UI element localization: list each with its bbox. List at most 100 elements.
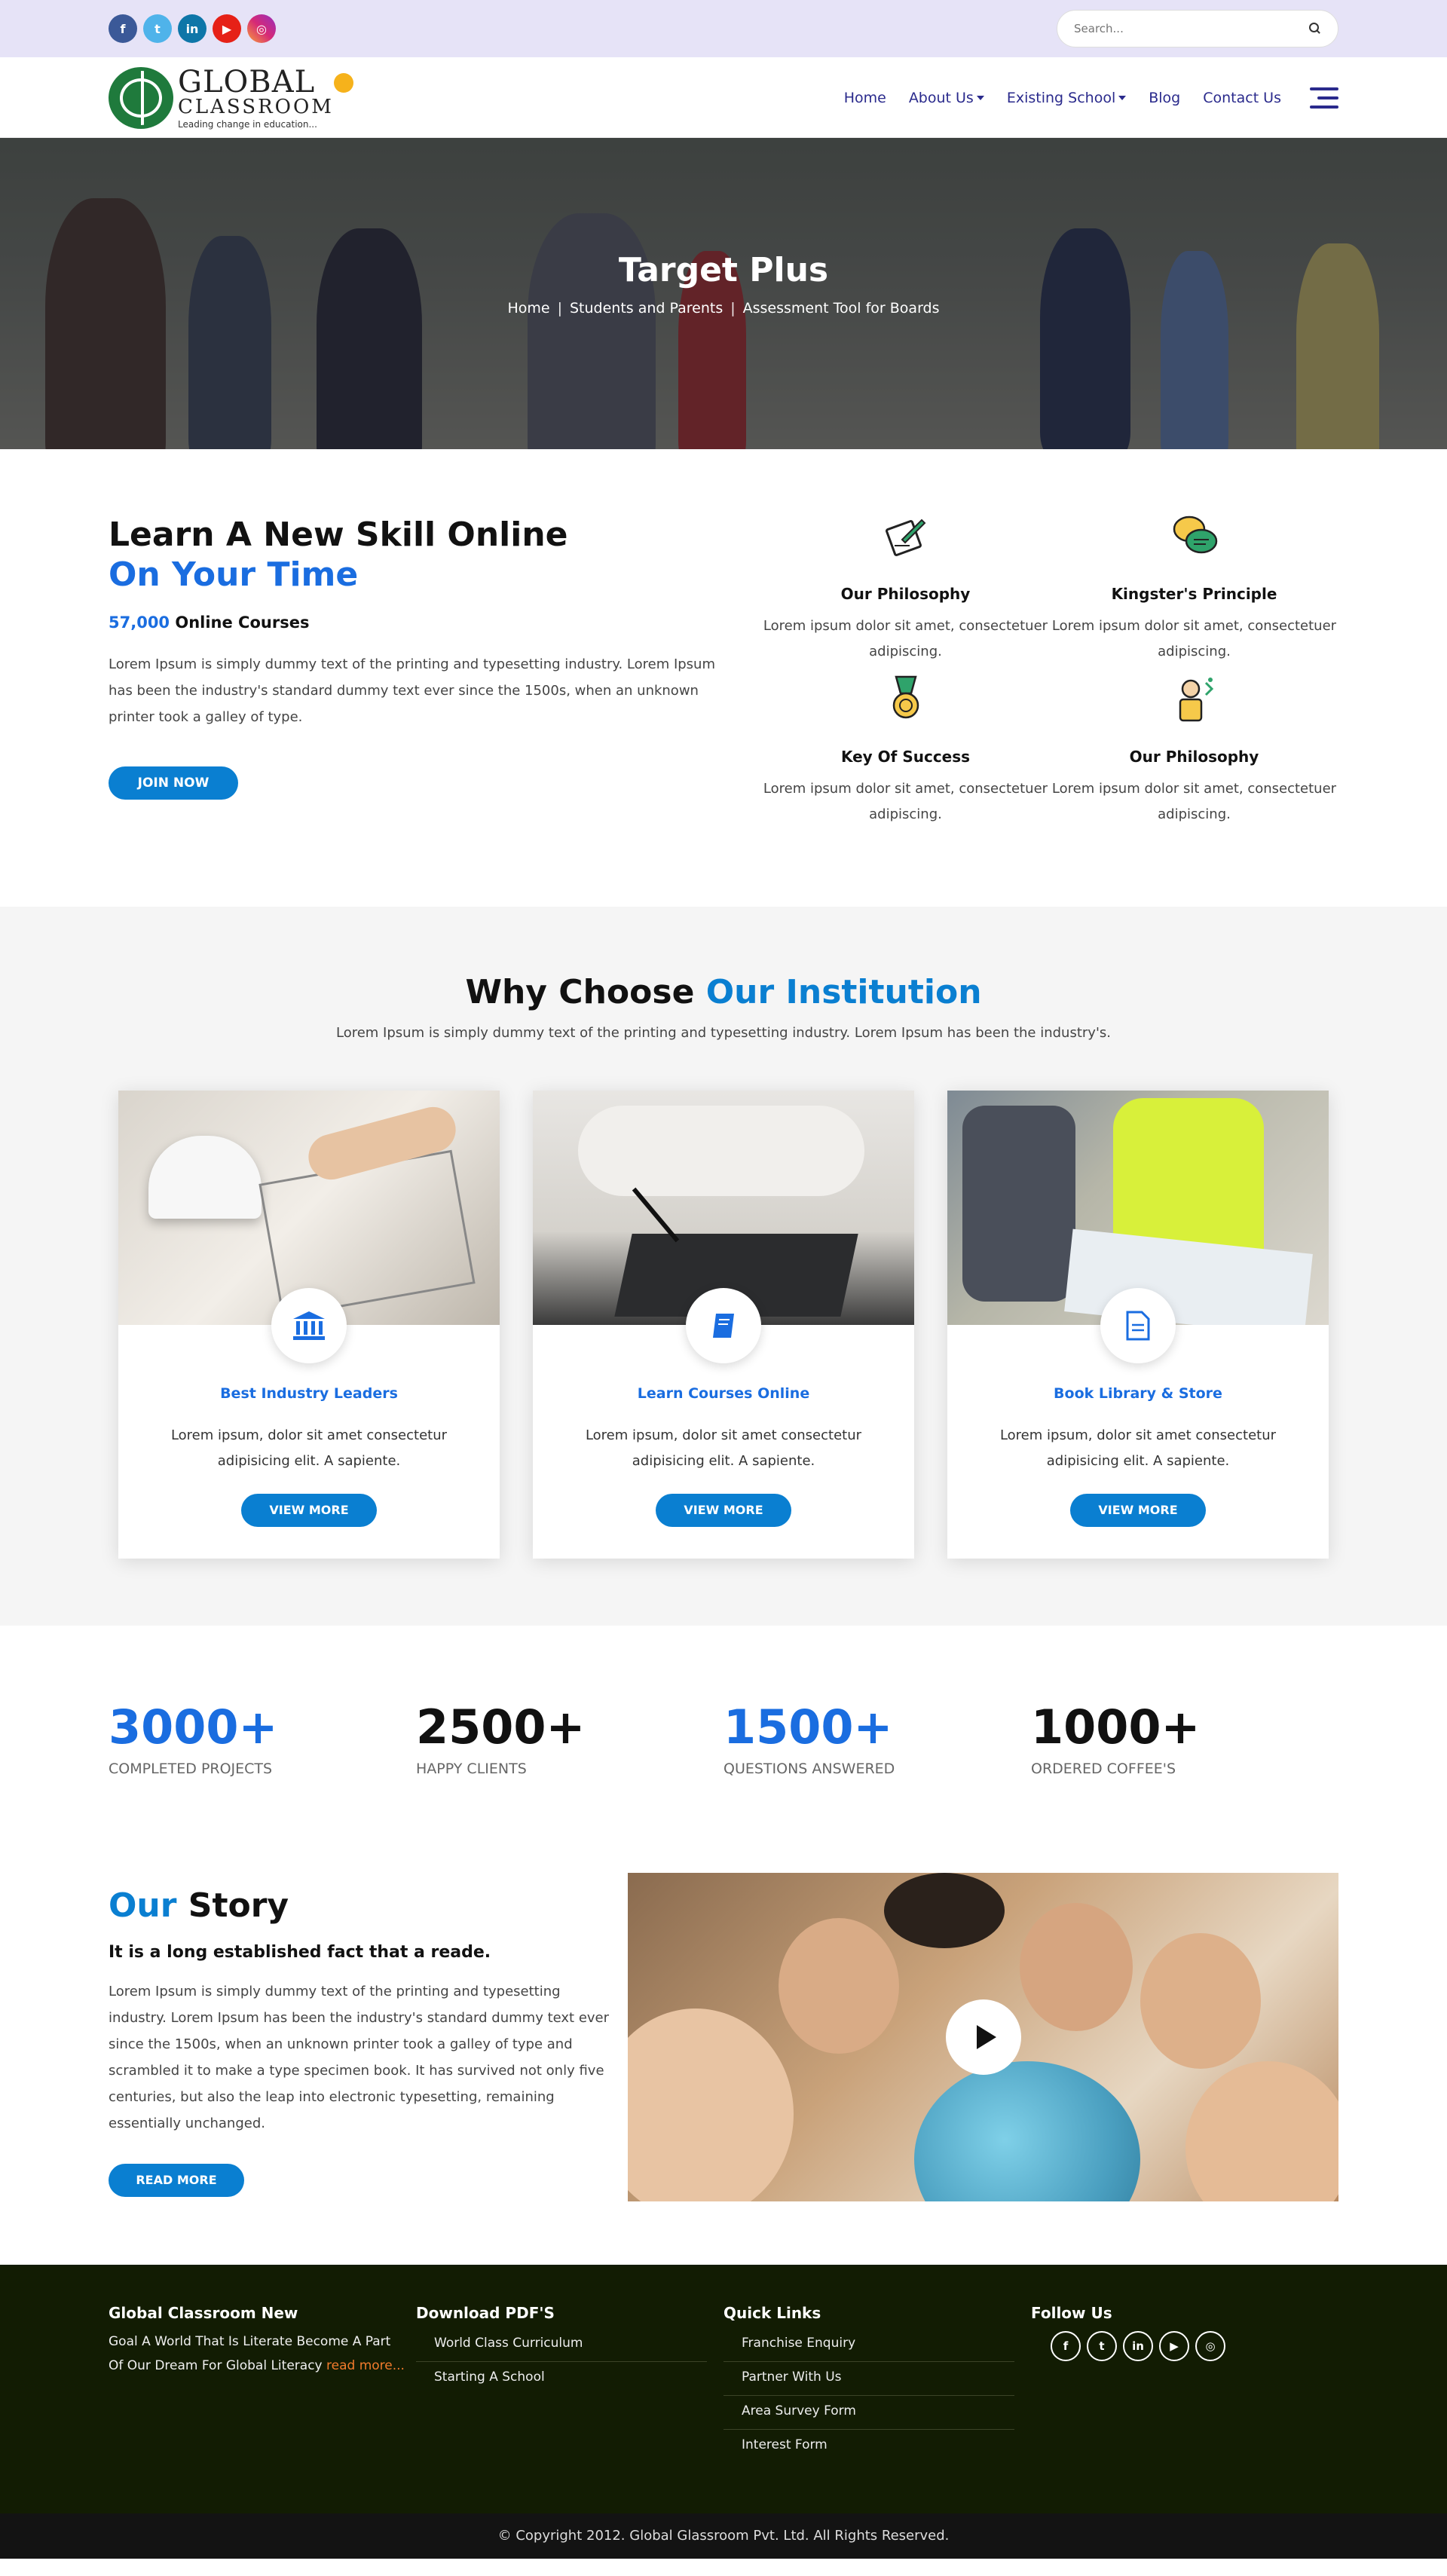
nav-contact[interactable]: Contact Us [1203, 90, 1281, 106]
feature-text: Lorem ipsum dolor sit amet, consectetuer… [1051, 618, 1337, 659]
nav-existing-school[interactable]: Existing School [1006, 89, 1127, 106]
view-more-button[interactable]: VIEW MORE [241, 1494, 377, 1527]
footer-read-more-link[interactable]: read more... [326, 2358, 405, 2373]
stats-section: 3000+ COMPLETED PROJECTS 2500+ HAPPY CLI… [0, 1626, 1447, 1873]
footer-about: Global Classroom New Goal A World That I… [109, 2304, 416, 2463]
why-heading-main: Why Choose [465, 973, 695, 1011]
story-heading-accent: Our [109, 1886, 177, 1925]
footer-about-text: Goal A World That Is Literate Become A P… [109, 2330, 406, 2378]
footer-quick-links: Quick Links Franchise Enquiry Partner Wi… [724, 2304, 1031, 2463]
feature-text: Lorem ipsum dolor sit amet, consectetuer… [1051, 781, 1337, 822]
breadcrumb-students-parents[interactable]: Students and Parents [570, 300, 723, 317]
social-links: f t in ▶ ◎ [109, 14, 276, 43]
footer-link[interactable]: Interest Form [724, 2430, 1014, 2463]
story-heading: Our Story [109, 1886, 613, 1925]
courses-count: 57,000 Online Courses [109, 613, 719, 632]
page-title: Target Plus [618, 251, 829, 289]
bank-icon [271, 1288, 347, 1363]
feature-title: Kingster's Principle [1111, 585, 1277, 603]
footer-quick-links-title: Quick Links [724, 2304, 821, 2322]
card-text: Lorem ipsum, dolor sit amet consectetur … [170, 1427, 448, 1469]
learn-section: Learn A New Skill Online On Your Time 57… [0, 449, 1447, 907]
twitter-icon[interactable]: t [1087, 2331, 1117, 2361]
chat-bubbles-icon [1173, 516, 1217, 554]
card-text: Lorem ipsum, dolor sit amet consectetur … [999, 1427, 1277, 1469]
courses-count-number: 57,000 [109, 613, 170, 632]
play-video-icon[interactable] [945, 1999, 1021, 2075]
instagram-icon[interactable]: ◎ [1195, 2331, 1225, 2361]
search-icon[interactable] [1309, 23, 1321, 35]
why-subtitle: Lorem Ipsum is simply dummy text of the … [335, 1025, 1111, 1041]
hamburger-menu-icon[interactable] [1310, 87, 1338, 109]
feature-item: Key Of Success Lorem ipsum dolor sit ame… [761, 672, 1050, 828]
card-text: Lorem ipsum, dolor sit amet consectetur … [585, 1427, 862, 1469]
story-text: Lorem Ipsum is simply dummy text of the … [109, 1984, 610, 2131]
globe-logo-icon [109, 66, 173, 129]
linkedin-icon[interactable]: in [1123, 2331, 1153, 2361]
nav-existing-label: Existing School [1006, 89, 1116, 106]
feature-title: Key Of Success [840, 748, 971, 766]
twitter-icon[interactable]: t [143, 14, 172, 43]
read-more-button[interactable]: READ MORE [109, 2164, 244, 2197]
footer-link[interactable]: Franchise Enquiry [724, 2328, 1014, 2362]
teacher-icon [1179, 678, 1213, 722]
footer-link[interactable]: Partner With Us [724, 2362, 1014, 2396]
logo-title: GLOBAL [178, 64, 316, 99]
footer: Global Classroom New Goal A World That I… [0, 2265, 1447, 2513]
stat-value: 2500+ [416, 1699, 586, 1755]
footer-follow-title: Follow Us [1031, 2304, 1112, 2322]
view-more-button[interactable]: VIEW MORE [656, 1494, 791, 1527]
why-heading-accent: Our Institution [705, 973, 982, 1011]
story-subtitle: It is a long established fact that a rea… [109, 1943, 491, 1962]
instagram-icon[interactable]: ◎ [247, 14, 276, 43]
card-title: Learn Courses Online [637, 1385, 810, 1402]
stat-label: COMPLETED PROJECTS [109, 1761, 273, 1777]
main-navbar: GLOBAL CLASSROOM Leading change in educa… [0, 57, 1447, 138]
feature-card: Book Library & Store Lorem ipsum, dolor … [947, 1091, 1329, 1559]
feature-item: Kingster's Principle Lorem ipsum dolor s… [1050, 509, 1338, 665]
footer-link[interactable]: Starting A School [416, 2362, 707, 2395]
footer-about-title: Global Classroom New [109, 2304, 298, 2322]
nav-home[interactable]: Home [844, 90, 886, 106]
linkedin-icon[interactable]: in [178, 14, 206, 43]
courses-count-label: Online Courses [175, 613, 310, 632]
learn-text: Lorem Ipsum is simply dummy text of the … [109, 656, 715, 725]
our-story-section: Our Story It is a long established fact … [0, 1873, 1447, 2265]
sun-logo-icon [333, 72, 353, 93]
card-title: Book Library & Store [1054, 1385, 1222, 1402]
copyright-bar: © Copyright 2012. Global Glassroom Pvt. … [0, 2513, 1447, 2559]
footer-link[interactable]: Area Survey Form [724, 2396, 1014, 2430]
nav-about[interactable]: About Us [909, 90, 984, 106]
facebook-icon[interactable]: f [1051, 2331, 1081, 2361]
footer-downloads-title: Download PDF'S [416, 2304, 555, 2322]
footer-link[interactable]: World Class Curriculum [416, 2328, 707, 2362]
feature-title: Our Philosophy [840, 585, 971, 603]
hero-banner: Target Plus Home | Students and Parents … [0, 138, 1447, 449]
stat-label: QUESTIONS ANSWERED [724, 1761, 895, 1777]
story-video[interactable] [628, 1873, 1338, 2201]
book-icon [686, 1288, 761, 1363]
feature-card: Best Industry Leaders Lorem ipsum, dolor… [118, 1091, 500, 1559]
facebook-icon[interactable]: f [109, 14, 137, 43]
stat-value: 1000+ [1031, 1699, 1201, 1755]
search-input[interactable] [1074, 22, 1285, 35]
youtube-icon[interactable]: ▶ [213, 14, 241, 43]
stat-label: ORDERED COFFEE'S [1031, 1761, 1176, 1777]
feature-title: Our Philosophy [1129, 748, 1259, 766]
stat-label: HAPPY CLIENTS [416, 1761, 527, 1777]
why-heading: Why Choose Our Institution [0, 973, 1447, 1011]
learn-heading-accent: On Your Time [109, 555, 359, 594]
footer-follow: Follow Us f t in ▶ ◎ [1031, 2304, 1338, 2463]
view-more-button[interactable]: VIEW MORE [1070, 1494, 1206, 1527]
feature-text: Lorem ipsum dolor sit amet, consectetuer… [763, 781, 1048, 822]
breadcrumb-home[interactable]: Home [507, 300, 549, 317]
site-logo[interactable]: GLOBAL CLASSROOM Leading change in educa… [109, 64, 353, 130]
caret-down-icon [1118, 96, 1127, 100]
join-now-button[interactable]: JOIN NOW [109, 766, 238, 800]
medal-icon [892, 675, 919, 719]
youtube-icon[interactable]: ▶ [1159, 2331, 1189, 2361]
nav-about-label: About Us [908, 89, 974, 106]
logo-tagline: Leading change in education... [178, 118, 317, 130]
feature-item: Our Philosophy Lorem ipsum dolor sit ame… [1050, 672, 1338, 828]
nav-blog[interactable]: Blog [1149, 90, 1180, 106]
